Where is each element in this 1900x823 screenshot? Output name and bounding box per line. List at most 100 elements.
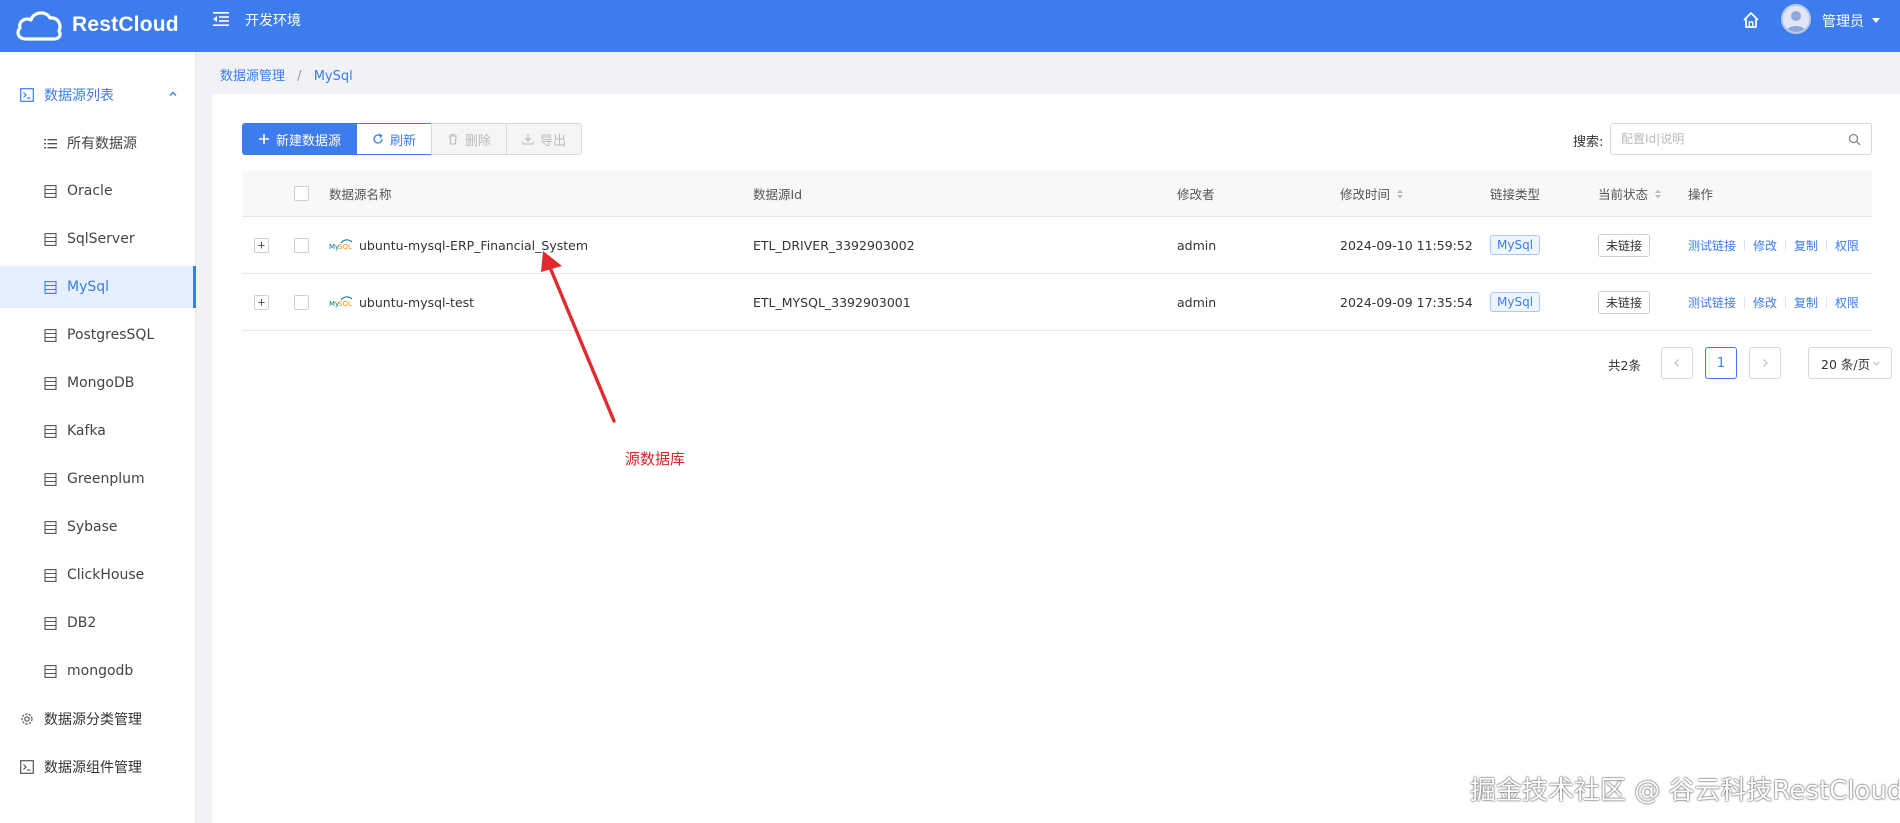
user-avatar[interactable] <box>1781 4 1811 34</box>
permission-link[interactable]: 权限 <box>1835 294 1859 311</box>
breadcrumb-current: MySql <box>313 69 353 84</box>
row-name-cell[interactable]: My SQL ubuntu-mysql-test <box>329 274 474 330</box>
header-select-all[interactable] <box>294 171 309 216</box>
sidebar-group-datasource-list[interactable]: 数据源列表 <box>0 75 196 115</box>
sidebar-item-label: Greenplum <box>67 471 145 487</box>
search-icon[interactable] <box>1848 133 1861 146</box>
download-icon <box>522 134 534 145</box>
sidebar-item-mongodb[interactable]: MongoDB <box>0 362 196 404</box>
refresh-label: 刷新 <box>390 133 417 149</box>
sidebar-item-mysql[interactable]: MySql <box>0 266 196 308</box>
header-modified-time[interactable]: 修改时间 <box>1340 171 1404 216</box>
annotation-arrow-icon <box>541 251 616 423</box>
row-modified-time: 2024-09-10 11:59:52 <box>1340 237 1473 253</box>
plus-icon <box>259 134 269 144</box>
action-divider <box>1785 239 1787 251</box>
sidebar-item-db2[interactable]: DB2 <box>0 602 196 644</box>
database-icon <box>44 568 57 582</box>
pagination: 共2条 1 20 条/页 <box>242 347 1892 379</box>
list-icon <box>44 138 57 148</box>
toolbar: 新建数据源 刷新 删除 导出 <box>242 123 583 155</box>
header-name: 数据源名称 <box>329 187 392 202</box>
header-modified-time-label: 修改时间 <box>1340 187 1391 202</box>
sidebar-item-label: ClickHouse <box>67 567 145 583</box>
sidebar-group-component[interactable]: 数据源组件管理 <box>0 747 196 787</box>
database-icon <box>44 520 57 534</box>
edit-link[interactable]: 修改 <box>1753 237 1777 254</box>
home-icon[interactable] <box>1741 10 1761 30</box>
sidebar-item-clickhouse[interactable]: ClickHouse <box>0 554 196 596</box>
database-icon <box>44 664 57 678</box>
header-status[interactable]: 当前状态 <box>1598 171 1662 216</box>
row-id: ETL_DRIVER_3392903002 <box>753 237 915 253</box>
sidebar-item-all-datasources[interactable]: 所有数据源 <box>0 122 196 164</box>
test-connection-link[interactable]: 测试链接 <box>1688 294 1736 311</box>
sidebar-item-label: DB2 <box>67 615 97 631</box>
refresh-button[interactable]: 刷新 <box>356 123 433 155</box>
sidebar-item-sybase[interactable]: Sybase <box>0 506 196 548</box>
breadcrumb-root[interactable]: 数据源管理 <box>220 69 285 84</box>
sidebar-item-mongodb-2[interactable]: mongodb <box>0 650 196 692</box>
next-page-button[interactable] <box>1749 347 1781 379</box>
sidebar-item-oracle[interactable]: Oracle <box>0 170 196 212</box>
menu-fold-icon[interactable] <box>212 10 230 28</box>
header-status-label: 当前状态 <box>1598 187 1649 202</box>
sidebar: 数据源列表 所有数据源 Oracle SqlServer MySql Postg… <box>0 52 196 823</box>
permission-link[interactable]: 权限 <box>1835 237 1859 254</box>
sidebar-item-label: MySql <box>67 279 110 295</box>
delete-button[interactable]: 删除 <box>431 123 508 155</box>
user-avatar-icon <box>1786 11 1806 32</box>
sort-icon[interactable] <box>1654 188 1662 200</box>
caret-down-icon[interactable] <box>1872 18 1880 23</box>
export-label: 导出 <box>540 133 567 149</box>
sidebar-item-label: SqlServer <box>67 231 135 247</box>
sidebar-item-kafka[interactable]: Kafka <box>0 410 196 452</box>
select-all-checkbox[interactable] <box>294 186 309 201</box>
sidebar-group-category[interactable]: 数据源分类管理 <box>0 699 196 739</box>
row-checkbox[interactable] <box>294 294 309 310</box>
page-size-select[interactable]: 20 条/页 <box>1808 347 1892 379</box>
database-icon <box>44 328 57 342</box>
table-row: + My SQL ubuntu-mysql-test ETL_MYSQL_339… <box>242 274 1872 331</box>
sidebar-item-label: Sybase <box>67 519 118 535</box>
copy-link[interactable]: 复制 <box>1794 237 1818 254</box>
delete-label: 删除 <box>465 133 492 149</box>
page-size-value: 20 条/页 <box>1821 356 1871 372</box>
action-divider <box>1785 296 1787 308</box>
test-connection-link[interactable]: 测试链接 <box>1688 237 1736 254</box>
header-link-type: 链接类型 <box>1490 187 1541 202</box>
new-datasource-button[interactable]: 新建数据源 <box>242 123 358 155</box>
search-input[interactable] <box>1621 130 1841 148</box>
sidebar-item-greenplum[interactable]: Greenplum <box>0 458 196 500</box>
gear-icon <box>21 713 33 725</box>
prev-page-button[interactable] <box>1661 347 1693 379</box>
row-checkbox[interactable] <box>294 237 309 253</box>
env-title[interactable]: 开发环境 <box>245 10 301 30</box>
link-type-tag: MySql <box>1490 292 1541 312</box>
copy-link[interactable]: 复制 <box>1794 294 1818 311</box>
link-type-tag: MySql <box>1490 235 1541 255</box>
export-button[interactable]: 导出 <box>506 123 583 155</box>
header-modifier: 修改者 <box>1177 187 1215 202</box>
row-id: ETL_MYSQL_3392903001 <box>753 294 911 310</box>
action-divider <box>1744 296 1746 308</box>
search-label: 搜索: <box>1573 135 1604 150</box>
chevron-right-icon <box>1763 359 1768 367</box>
row-actions: 测试链接 修改 复制 权限 <box>1688 217 1859 273</box>
sort-icon[interactable] <box>1396 188 1404 200</box>
user-name[interactable]: 管理员 <box>1822 11 1864 31</box>
database-icon <box>44 184 57 198</box>
page-number-button[interactable]: 1 <box>1705 347 1737 379</box>
row-name: ubuntu-mysql-test <box>359 294 475 310</box>
pagination-total: 共2条 <box>1608 358 1641 373</box>
sidebar-item-postgressql[interactable]: PostgresSQL <box>0 314 196 356</box>
expand-row-button[interactable]: + <box>254 237 269 253</box>
status-badge: 未链接 <box>1598 290 1651 314</box>
search-box[interactable] <box>1610 123 1872 155</box>
database-icon <box>44 616 57 630</box>
brand-logo[interactable]: RestCloud <box>14 2 179 48</box>
breadcrumb-bar: 数据源管理 / MySql <box>196 52 1900 94</box>
edit-link[interactable]: 修改 <box>1753 294 1777 311</box>
sidebar-item-sqlserver[interactable]: SqlServer <box>0 218 196 260</box>
expand-row-button[interactable]: + <box>254 294 269 310</box>
